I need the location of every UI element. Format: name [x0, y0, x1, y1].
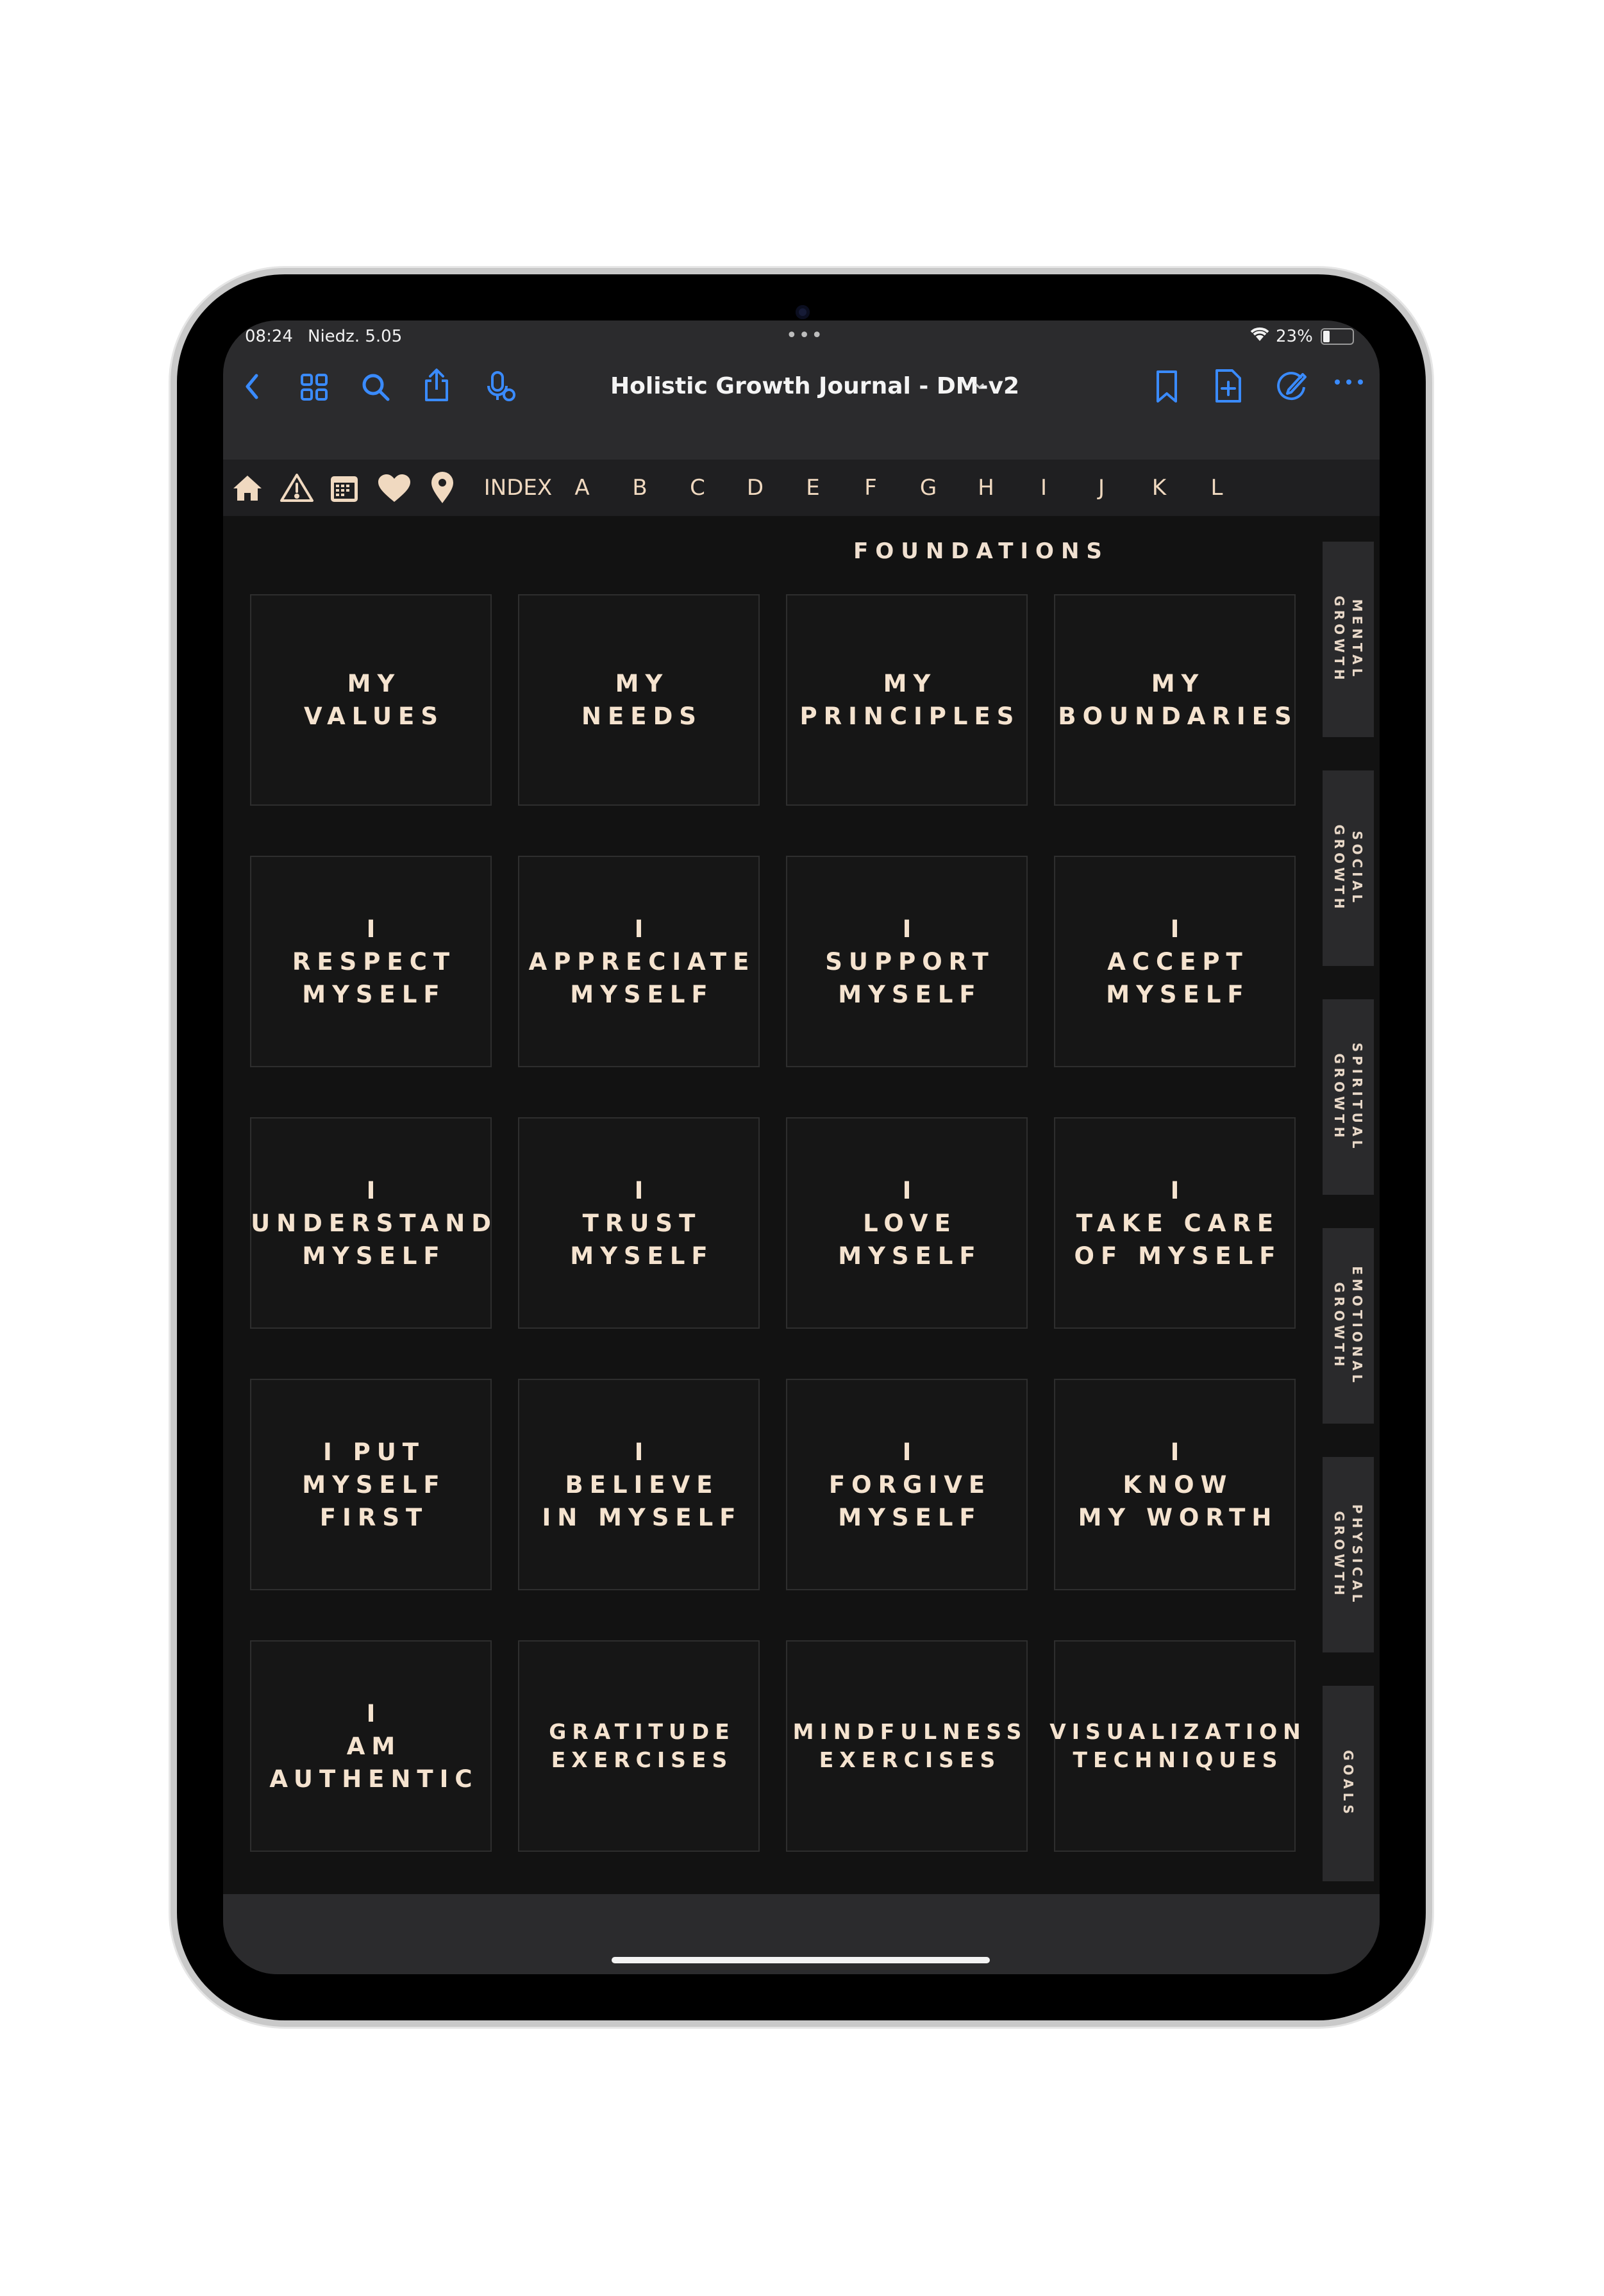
toolbar-spacer [223, 420, 1380, 460]
tab-k[interactable]: K [1146, 460, 1172, 516]
tab-g[interactable]: G [915, 460, 941, 516]
heart-icon[interactable] [377, 474, 412, 506]
card-i-love-myself[interactable]: I LOVE MYSELF [786, 1117, 1028, 1329]
tab-d[interactable]: D [742, 460, 768, 516]
side-tab-strip: MENTAL GROWTH SOCIAL GROWTH SPIRITUAL GR… [1323, 516, 1380, 1894]
card-my-boundaries[interactable]: MY BOUNDARIES [1054, 594, 1296, 806]
journal-page: FOUNDATIONS MY VALUES MY NEEDS MY PRINCI… [223, 516, 1323, 1894]
card-i-appreciate-myself[interactable]: I APPRECIATE MYSELF [518, 856, 760, 1067]
card-visualization-techniques[interactable]: VISUALIZATION TECHNIQUES [1049, 1640, 1301, 1852]
tab-b[interactable]: B [627, 460, 653, 516]
multitask-dots[interactable]: ••• [786, 324, 824, 347]
side-tab-emotional-growth[interactable]: EMOTIONAL GROWTH [1323, 1228, 1374, 1424]
tab-a[interactable]: A [569, 460, 595, 516]
card-gratitude-exercises[interactable]: GRATITUDE EXERCISES [518, 1640, 760, 1852]
card-i-put-myself-first[interactable]: I PUT MYSELF FIRST [250, 1379, 492, 1590]
card-my-values[interactable]: MY VALUES [250, 594, 492, 806]
home-icon[interactable] [232, 474, 263, 504]
battery-percent: 23% [1276, 327, 1313, 346]
warning-icon[interactable] [280, 472, 314, 506]
card-i-am-authentic[interactable]: I AM AUTHENTIC [250, 1640, 492, 1852]
share-icon[interactable] [422, 368, 451, 405]
card-i-respect-myself[interactable]: I RESPECT MYSELF [250, 856, 492, 1067]
tab-l[interactable]: L [1204, 460, 1230, 516]
side-tab-goals[interactable]: GOALS [1323, 1686, 1374, 1881]
card-i-take-care-of-myself[interactable]: I TAKE CARE OF MYSELF [1054, 1117, 1296, 1329]
more-options-icon[interactable] [1333, 376, 1364, 391]
tab-f[interactable]: F [858, 460, 883, 516]
document-title[interactable]: Holistic Growth Journal - DM-v2 [610, 373, 1019, 399]
card-my-needs[interactable]: MY NEEDS [518, 594, 760, 806]
add-page-icon[interactable] [1214, 368, 1242, 406]
battery-icon [1321, 328, 1354, 345]
card-i-believe-in-myself[interactable]: I BELIEVE IN MYSELF [518, 1379, 760, 1590]
card-i-accept-myself[interactable]: I ACCEPT MYSELF [1054, 856, 1296, 1067]
card-i-support-myself[interactable]: I SUPPORT MYSELF [786, 856, 1028, 1067]
side-tab-mental-growth[interactable]: MENTAL GROWTH [1323, 542, 1374, 737]
tab-i[interactable]: I [1031, 460, 1057, 516]
bookmark-icon[interactable] [1154, 369, 1180, 406]
card-i-understand-myself[interactable]: I UNDERSTAND MYSELF [250, 1117, 492, 1329]
card-mindfulness-exercises[interactable]: MINDFULNESS EXERCISES [786, 1640, 1028, 1852]
tab-index[interactable]: INDEX [480, 460, 556, 516]
tab-h[interactable]: H [973, 460, 999, 516]
pen-tools-icon[interactable] [1274, 369, 1308, 405]
section-title: FOUNDATIONS [853, 538, 1109, 564]
calendar-icon[interactable] [330, 474, 359, 506]
card-i-forgive-myself[interactable]: I FORGIVE MYSELF [786, 1379, 1028, 1590]
tab-c[interactable]: C [685, 460, 710, 516]
side-tab-spiritual-growth[interactable]: SPIRITUAL GROWTH [1323, 999, 1374, 1195]
app-screen: 08:24 Niedz. 5.05 ••• 23% Holistic Growt… [223, 320, 1380, 1974]
location-pin-icon[interactable] [430, 471, 455, 507]
home-indicator[interactable] [612, 1957, 990, 1963]
wifi-icon [1249, 326, 1271, 345]
card-i-know-my-worth[interactable]: I KNOW MY WORTH [1054, 1379, 1296, 1590]
grid-view-icon[interactable] [300, 373, 328, 404]
card-i-trust-myself[interactable]: I TRUST MYSELF [518, 1117, 760, 1329]
search-icon[interactable] [360, 372, 391, 405]
record-audio-icon[interactable] [486, 370, 517, 405]
front-camera [796, 305, 810, 319]
side-tab-physical-growth[interactable]: PHYSICAL GROWTH [1323, 1457, 1374, 1652]
back-chevron-icon[interactable] [242, 372, 262, 404]
status-date: Niedz. 5.05 [308, 327, 403, 346]
status-time: 08:24 [245, 327, 293, 346]
card-my-principles[interactable]: MY PRINCIPLES [786, 594, 1028, 806]
top-tab-bar: INDEX A B C D E F G H I J K L [223, 460, 1380, 516]
tab-j[interactable]: J [1089, 460, 1114, 516]
side-tab-social-growth[interactable]: SOCIAL GROWTH [1323, 770, 1374, 966]
title-chevron-down-icon[interactable] [973, 381, 986, 393]
tab-e[interactable]: E [800, 460, 826, 516]
